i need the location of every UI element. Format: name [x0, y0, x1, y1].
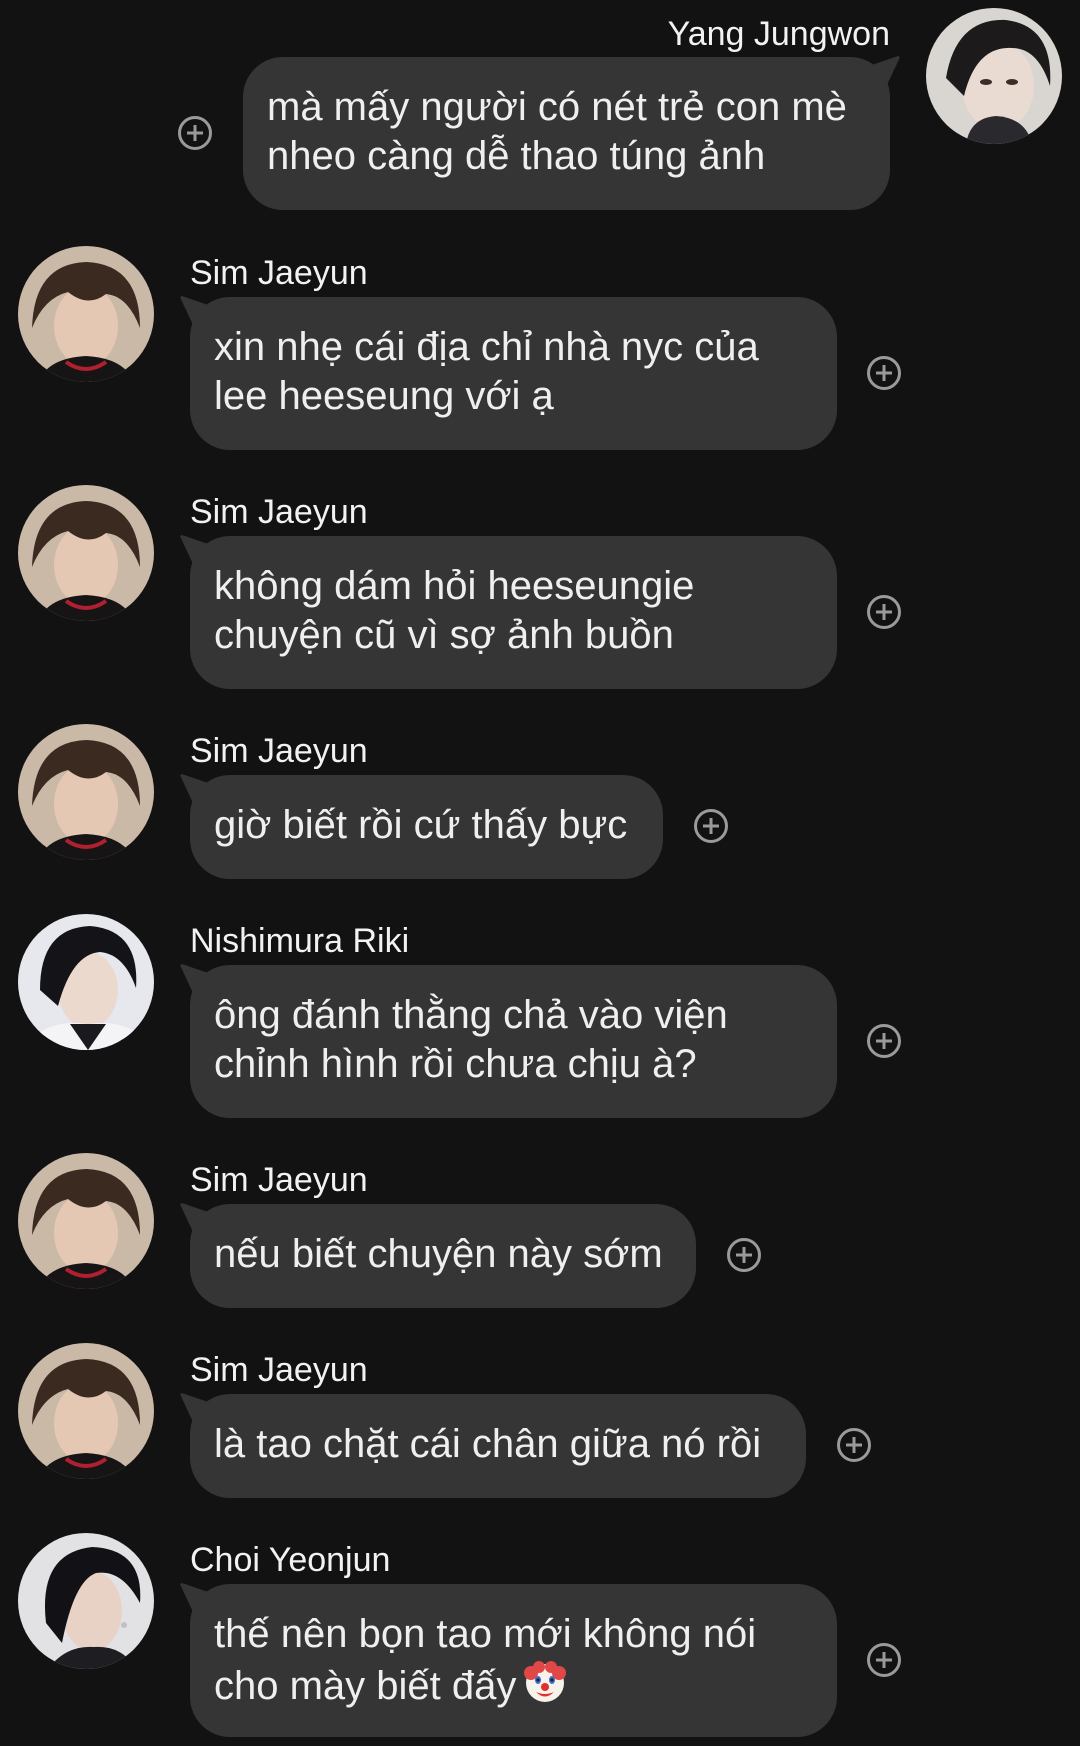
message-text-line: lee heeseung với ạ [214, 374, 554, 418]
message-text-line: ông đánh thằng chả vào viện [214, 993, 728, 1037]
avatar-image [18, 1153, 154, 1289]
message-bubble[interactable]: là tao chặt cái chân giữa nó rồi [190, 1394, 806, 1498]
avatar[interactable] [18, 1153, 154, 1289]
message-text-line: giờ biết rồi cứ thấy bực [214, 803, 628, 847]
avatar[interactable] [926, 8, 1062, 144]
message-text: cho mày biết đấy [214, 1664, 517, 1708]
avatar[interactable] [18, 1533, 154, 1669]
avatar[interactable] [18, 246, 154, 382]
avatar-image [18, 724, 154, 860]
message-bubble[interactable]: giờ biết rồi cứ thấy bực [190, 775, 663, 879]
sender-name: Sim Jaeyun [190, 1161, 368, 1199]
message-text-line: cho mày biết đấy [214, 1659, 813, 1711]
clown-face-icon [524, 1661, 567, 1702]
message-bubble[interactable]: mà mấy người có nét trẻ con mè nheo càng… [243, 57, 890, 210]
message-text-line: mà mấy người có nét trẻ con mè [267, 85, 847, 129]
message-text-line: xin nhẹ cái địa chỉ nhà nyc của [214, 325, 759, 369]
add-reaction-icon[interactable] [694, 809, 728, 843]
message-text-line: thế nên bọn tao mới không nói [214, 1612, 757, 1656]
message-bubble[interactable]: nếu biết chuyện này sớm [190, 1204, 696, 1308]
chat-thread[interactable]: Yang Jungwon mà mấy người có nét trẻ con… [0, 0, 1080, 1746]
message-text-line: là tao chặt cái chân giữa nó rồi [214, 1422, 762, 1466]
avatar-image [18, 1343, 154, 1479]
sender-name: Choi Yeonjun [190, 1541, 391, 1579]
sender-name: Nishimura Riki [190, 922, 410, 960]
message-text-line: chuyện cũ vì sợ ảnh buồn [214, 613, 674, 657]
sender-name: Sim Jaeyun [190, 493, 368, 531]
add-reaction-icon[interactable] [837, 1428, 871, 1462]
add-reaction-icon[interactable] [727, 1238, 761, 1272]
message-text-line: nheo càng dễ thao túng ảnh [267, 134, 766, 178]
message-text-line: không dám hỏi heeseungie [214, 564, 695, 608]
avatar-image [926, 8, 1062, 144]
avatar[interactable] [18, 485, 154, 621]
message-bubble[interactable]: không dám hỏi heeseungie chuyện cũ vì sợ… [190, 536, 837, 689]
add-reaction-icon[interactable] [867, 595, 901, 629]
sender-name: Sim Jaeyun [190, 732, 368, 770]
avatar-image [18, 246, 154, 382]
add-reaction-icon[interactable] [178, 116, 212, 150]
message-bubble[interactable]: xin nhẹ cái địa chỉ nhà nyc của lee hees… [190, 297, 837, 450]
add-reaction-icon[interactable] [867, 356, 901, 390]
sender-name: Yang Jungwon [667, 15, 890, 53]
avatar-image [18, 914, 154, 1050]
sender-name: Sim Jaeyun [190, 1351, 368, 1389]
add-reaction-icon[interactable] [867, 1024, 901, 1058]
message-bubble[interactable]: ông đánh thằng chả vào viện chỉnh hình r… [190, 965, 837, 1118]
avatar[interactable] [18, 1343, 154, 1479]
add-reaction-icon[interactable] [867, 1643, 901, 1677]
message-text-line: nếu biết chuyện này sớm [214, 1232, 663, 1276]
avatar-image [18, 1533, 154, 1669]
message-text-line: chỉnh hình rồi chưa chịu à? [214, 1042, 697, 1086]
avatar[interactable] [18, 724, 154, 860]
sender-name: Sim Jaeyun [190, 254, 368, 292]
avatar[interactable] [18, 914, 154, 1050]
avatar-image [18, 485, 154, 621]
message-bubble[interactable]: thế nên bọn tao mới không nói cho mày bi… [190, 1584, 837, 1737]
